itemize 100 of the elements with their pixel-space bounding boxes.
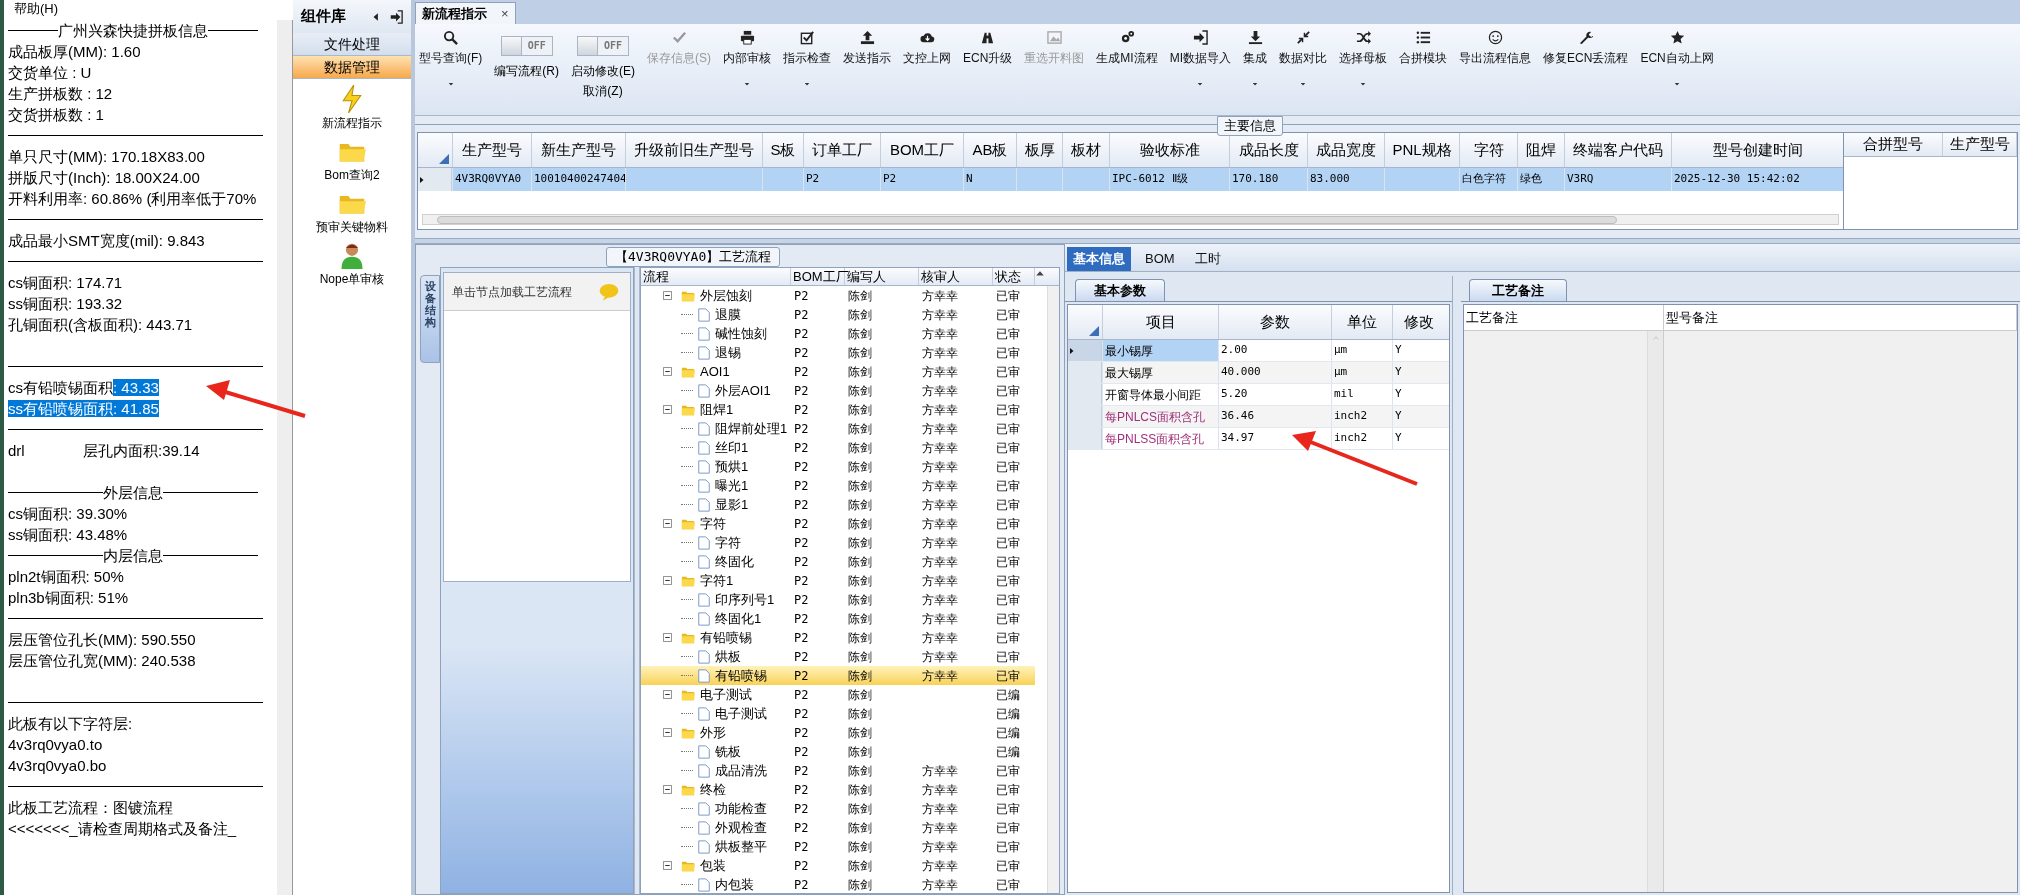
column-header[interactable]: 终端客户代码 [1564,133,1671,167]
tree-node-label[interactable]: 电子测试 [715,703,767,724]
tree-row[interactable]: 字符1 P2 陈剑 方幸幸 已审 [641,571,1035,590]
tree-row[interactable]: 印序列号1 P2 陈剑 方幸幸 已审 [641,590,1035,609]
toolbar-button[interactable]: 数据对比 [1279,30,1328,67]
tree-row[interactable]: 碱性蚀刻 P2 陈剑 方幸幸 已审 [641,324,1035,343]
tree-node-label[interactable]: 外层AOI1 [715,380,771,401]
tree-node-label[interactable]: 有铅喷锡 [700,627,752,648]
collapse-icon[interactable] [663,728,672,737]
menu-item[interactable]: 帮助(H) [14,1,59,17]
dropdown-caret-icon[interactable] [1196,81,1205,87]
column-header[interactable]: S板 [762,133,803,167]
column-header[interactable]: 项目 [1102,305,1218,339]
dropdown-caret-icon[interactable] [743,81,751,87]
category-tab[interactable]: 文件处理 [293,33,411,56]
tree-node-label[interactable]: 终固化 [715,551,754,572]
tree-row[interactable]: 内包装 P2 陈剑 方幸幸 已审 [641,875,1035,893]
tree-row[interactable]: 退膜 P2 陈剑 方幸幸 已审 [641,305,1035,324]
component-item[interactable]: Bom查询2 [324,137,380,183]
tree-node-label[interactable]: 烘板 [715,646,741,667]
tree-node-label[interactable]: 碱性蚀刻 [715,323,767,344]
tree-row[interactable]: 退锡 P2 陈剑 方幸幸 已审 [641,343,1035,362]
tree-node-label[interactable]: 印序列号1 [715,589,775,610]
panel-tab[interactable]: 工艺备注 [1469,279,1567,301]
collapse-icon[interactable] [663,861,672,870]
toolbar-button[interactable]: 型号查询(F) [419,30,483,67]
tree-row[interactable]: 外层蚀刻 P2 陈剑 方幸幸 已审 [641,286,1035,305]
tree-node-label[interactable]: 字符1 [700,570,734,591]
detail-tab[interactable]: 工时 [1188,247,1227,271]
toggle-switch[interactable]: OFF [500,36,553,56]
toolbar-button[interactable]: ECN升级 [963,30,1013,67]
column-header[interactable]: 板厚 [1016,133,1062,167]
tree-node-label[interactable]: 字符 [700,513,726,534]
collapse-icon[interactable] [663,367,672,376]
tree-node-label[interactable]: 阻焊前处理1 [715,418,788,439]
tree-node-label[interactable]: 电子测试 [700,684,752,705]
toolbar-button[interactable]: 选择母板 [1339,30,1388,67]
tree-row[interactable]: 外形 P2 陈剑 已编 [641,723,1035,742]
tree-node-label[interactable]: 外观检查 [715,817,767,838]
column-header[interactable]: 字符 [1459,133,1517,167]
column-header[interactable]: 板材 [1062,133,1109,167]
tree-row[interactable]: 终检 P2 陈剑 方幸幸 已审 [641,780,1035,799]
column-header[interactable]: 升级前旧生产型号 [625,133,762,167]
column-header[interactable]: 修改 [1392,305,1444,339]
side-tab[interactable]: 设备结构 [420,275,440,363]
toolbar-button[interactable]: 生成MI流程 [1096,30,1158,67]
tree-row[interactable]: 终固化1 P2 陈剑 方幸幸 已审 [641,609,1035,628]
tree-node-label[interactable]: AOI1 [700,361,730,382]
column-header[interactable]: 验收标准 [1109,133,1229,167]
dropdown-caret-icon[interactable] [1673,81,1682,87]
dropdown-caret-icon[interactable] [446,81,455,87]
tree-node-label[interactable]: 字符 [715,532,741,553]
toolbar-button[interactable]: 修复ECN丢流程 [1543,30,1629,67]
column-header[interactable]: 生产型号 [1943,133,2017,156]
column-header[interactable]: 核审人 [919,268,993,285]
column-header[interactable]: 工艺备注 [1464,305,1664,330]
collapse-icon[interactable] [663,785,672,794]
tree-node-label[interactable]: 内包装 [715,874,754,893]
column-header[interactable]: 生产型号 [452,133,531,167]
component-item[interactable]: 新流程指示 [322,85,382,131]
tree-row[interactable]: 电子测试 P2 陈剑 已编 [641,704,1035,723]
tree-node-label[interactable]: 外层蚀刻 [700,285,752,306]
column-header[interactable]: 订单工厂 [803,133,880,167]
tree-row[interactable]: AOI1 P2 陈剑 方幸幸 已审 [641,362,1035,381]
detail-tab[interactable]: 基本信息 [1067,247,1131,271]
column-header[interactable]: AB板 [963,133,1016,167]
toolbar-button[interactable]: 导出流程信息 [1459,30,1532,67]
dropdown-caret-icon[interactable] [803,81,811,87]
panel-tab[interactable]: 基本参数 [1075,279,1165,301]
tree-row[interactable]: 铣板 P2 陈剑 已编 [641,742,1035,761]
column-header[interactable]: 新生产型号 [531,133,625,167]
tree-row[interactable]: 阻焊1 P2 陈剑 方幸幸 已审 [641,400,1035,419]
column-header[interactable]: 成品宽度 [1307,133,1384,167]
tree-row[interactable]: 外观检查 P2 陈剑 方幸幸 已审 [641,818,1035,837]
column-header[interactable]: 流程 [641,268,791,285]
column-header[interactable]: 成品长度 [1229,133,1307,167]
column-header[interactable]: 型号备注 [1664,305,2017,330]
column-header[interactable]: 状态 [993,268,1035,285]
tree-node-label[interactable]: 预烘1 [715,456,749,477]
tree-row[interactable]: 阻焊前处理1 P2 陈剑 方幸幸 已审 [641,419,1035,438]
tree-row[interactable]: 电子测试 P2 陈剑 已编 [641,685,1035,704]
vertical-scrollbar[interactable] [1047,286,1059,893]
column-header[interactable]: 单位 [1331,305,1392,339]
tree-row[interactable]: 曝光1 P2 陈剑 方幸幸 已审 [641,476,1035,495]
toolbar-button[interactable]: 集成 [1243,30,1268,67]
tree-node-label[interactable]: 成品清洗 [715,760,767,781]
tree-node-label[interactable]: 终固化1 [715,608,762,629]
tree-row[interactable]: 丝印1 P2 陈剑 方幸幸 已审 [641,438,1035,457]
toolbar-button[interactable]: MI数据导入 [1169,30,1232,67]
tree-row[interactable]: 外层AOI1 P2 陈剑 方幸幸 已审 [641,381,1035,400]
tree-node-label[interactable]: 阻焊1 [700,399,734,420]
toolbar-button[interactable]: 发送指示 [843,30,891,67]
toolbar-button[interactable]: 文控上网 [903,30,951,67]
component-item[interactable]: 预审关键物料 [316,189,388,235]
collapse-icon[interactable] [663,519,672,528]
column-header[interactable]: 参数 [1218,305,1331,339]
column-header[interactable]: PNL规格 [1384,133,1459,167]
tree-row[interactable]: 包装 P2 陈剑 方幸幸 已审 [641,856,1035,875]
toolbar-button[interactable]: 合拼模块 [1399,30,1448,67]
tree-node-label[interactable]: 退膜 [715,304,741,325]
